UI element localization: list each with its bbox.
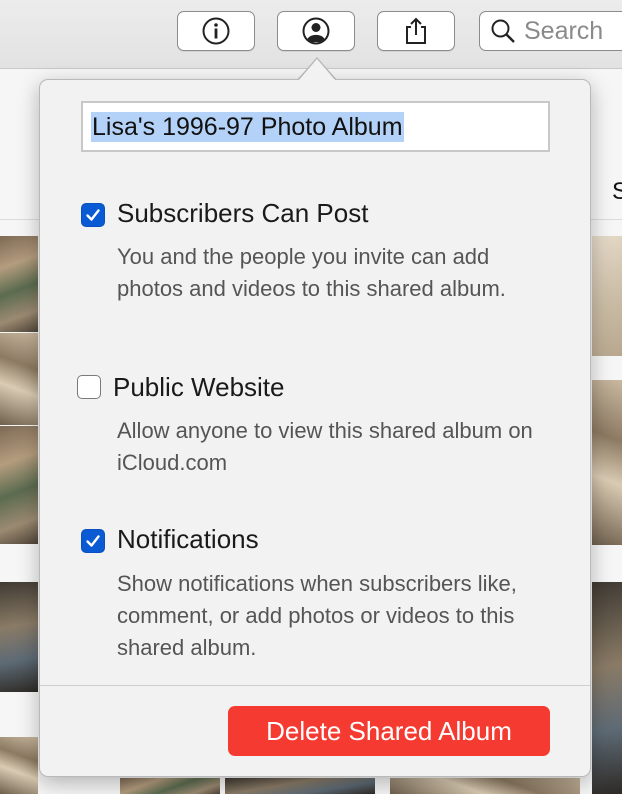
notifications-label[interactable]: Notifications [117,524,259,555]
info-icon [202,17,230,45]
info-button[interactable] [177,11,255,51]
delete-shared-album-button[interactable]: Delete Shared Album [228,706,550,756]
photo-thumbnail[interactable] [0,737,38,794]
shared-album-popover: Lisa's 1996-97 Photo Album Subscribers C… [39,79,591,777]
people-button[interactable] [277,11,355,51]
subscribers-can-post-checkbox[interactable] [81,203,105,227]
notifications-description: Show notifications when subscribers like… [117,571,517,660]
public-website-checkbox[interactable] [77,375,101,399]
photo-thumbnail[interactable] [390,778,580,794]
public-website-description: Allow anyone to view this shared album o… [117,418,533,475]
search-field[interactable]: Search [479,11,622,51]
album-title-text: Lisa's 1996-97 Photo Album [91,111,404,142]
photo-thumbnail[interactable] [592,380,622,545]
subscribers-can-post-label[interactable]: Subscribers Can Post [117,198,368,229]
share-icon [406,17,426,44]
checkmark-icon [86,209,100,221]
search-icon [491,19,515,43]
public-website-label[interactable]: Public Website [113,372,285,403]
photo-thumbnail[interactable] [592,236,622,356]
photo-thumbnail[interactable] [120,778,220,794]
photo-thumbnail[interactable] [0,582,38,692]
photo-thumbnail[interactable] [0,236,38,332]
subscribers-can-post-description: You and the people you invite can add ph… [117,244,506,301]
photo-thumbnail[interactable] [592,582,622,794]
popover-arrow-fill [298,59,336,81]
photo-thumbnail[interactable] [0,333,38,425]
photo-thumbnail[interactable] [0,426,38,544]
background-partial-text: S [612,178,622,205]
popover-divider [40,685,590,686]
search-placeholder: Search [524,16,604,45]
checkmark-icon [86,535,100,547]
person-circle-icon [302,17,330,45]
photo-thumbnail[interactable] [225,778,375,794]
album-title-field[interactable]: Lisa's 1996-97 Photo Album [81,101,550,152]
notifications-checkbox[interactable] [81,529,105,553]
share-button[interactable] [377,11,455,51]
